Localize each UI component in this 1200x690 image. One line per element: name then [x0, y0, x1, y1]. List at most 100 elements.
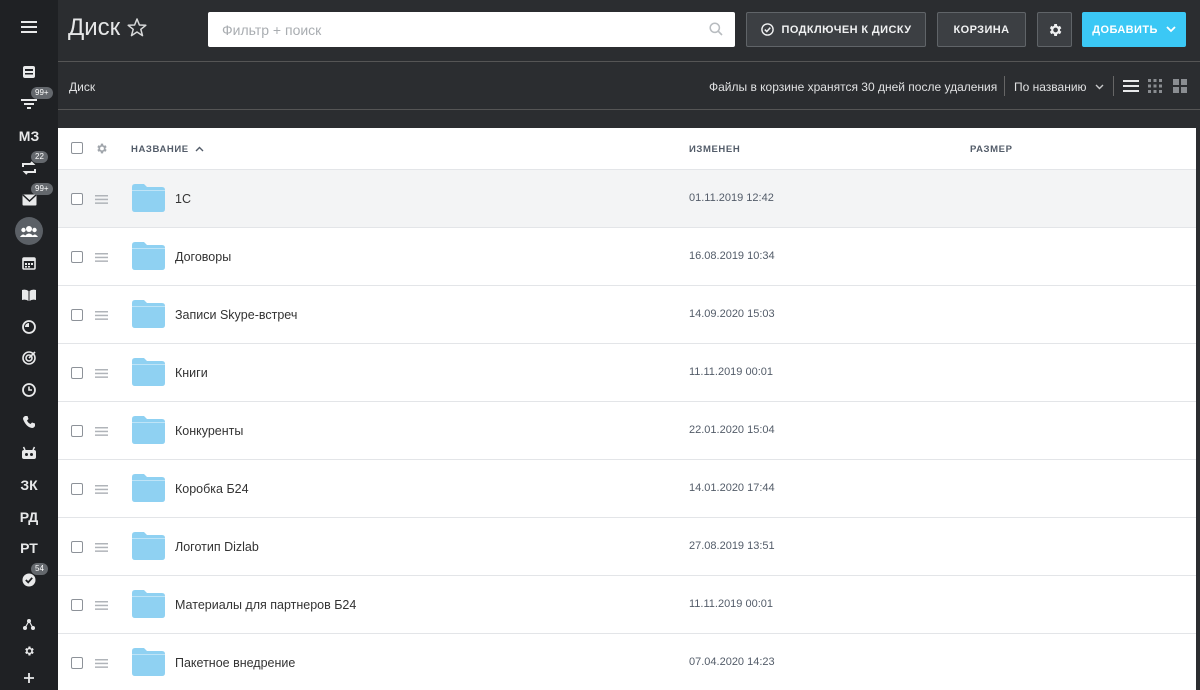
row-checkbox[interactable]	[71, 367, 83, 379]
folder-icon[interactable]	[132, 474, 165, 502]
row-checkbox[interactable]	[71, 309, 83, 321]
grid-view-icon[interactable]	[1148, 79, 1162, 93]
row-menu-icon[interactable]	[95, 601, 108, 610]
table-row[interactable]: Логотип Dizlab 27.08.2019 13:51	[58, 518, 1196, 576]
row-menu-icon[interactable]	[95, 659, 108, 668]
sidebar-item-rt[interactable]: РТ	[0, 533, 58, 563]
filter-icon	[21, 99, 37, 109]
file-name[interactable]: Записи Skype-встреч	[175, 308, 297, 322]
folder-icon[interactable]	[132, 648, 165, 676]
select-all-checkbox[interactable]	[71, 142, 83, 154]
sort-select[interactable]: По названию	[1014, 80, 1104, 94]
row-menu-icon[interactable]	[95, 253, 108, 262]
sidebar-item-filter[interactable]: 99+	[0, 87, 58, 119]
connect-disk-button[interactable]: ПОДКЛЮЧЕН К ДИСКУ	[746, 12, 926, 47]
sidebar-item-zk[interactable]: ЗК	[0, 470, 58, 500]
row-checkbox[interactable]	[71, 599, 83, 611]
row-checkbox[interactable]	[71, 251, 83, 263]
target-icon[interactable]	[0, 343, 58, 373]
chevron-down-icon	[1166, 26, 1176, 33]
table-row[interactable]: Записи Skype-встреч 14.09.2020 15:03	[58, 286, 1196, 344]
row-menu-icon[interactable]	[95, 311, 108, 320]
folder-icon[interactable]	[132, 184, 165, 212]
table-row[interactable]: Книги 11.11.2019 00:01	[58, 344, 1196, 402]
folder-icon[interactable]	[132, 590, 165, 618]
file-name[interactable]: Логотип Dizlab	[175, 540, 259, 554]
page-title: Диск	[68, 14, 121, 41]
file-name[interactable]: 1С	[175, 192, 191, 206]
file-modified-date: 11.11.2019 00:01	[689, 598, 774, 610]
clock-icon[interactable]	[0, 375, 58, 405]
toolbar: Диск Файлы в корзине хранятся 30 дней по…	[58, 62, 1200, 110]
plus-icon[interactable]	[0, 663, 58, 690]
settings-button[interactable]	[1037, 12, 1072, 47]
feed-icon[interactable]	[0, 57, 58, 87]
row-checkbox[interactable]	[71, 657, 83, 669]
table-row[interactable]: Коробка Б24 14.01.2020 17:44	[58, 460, 1196, 518]
search-input[interactable]	[208, 12, 735, 47]
connect-disk-label: ПОДКЛЮЧЕН К ДИСКУ	[781, 23, 912, 36]
row-checkbox[interactable]	[71, 425, 83, 437]
sidebar-item-mz[interactable]: МЗ	[0, 121, 58, 151]
table-row[interactable]: Материалы для партнеров Б24 11.11.2019 00…	[58, 576, 1196, 634]
star-icon[interactable]	[127, 18, 147, 37]
column-header-modified[interactable]: ИЗМЕНЕН	[689, 144, 740, 155]
sidebar-item-tasks[interactable]: 54	[0, 563, 58, 595]
row-checkbox[interactable]	[71, 541, 83, 553]
row-menu-icon[interactable]	[95, 369, 108, 378]
row-menu-icon[interactable]	[95, 195, 108, 204]
gear-icon	[1049, 23, 1061, 36]
table-header: НАЗВАНИЕ ИЗМЕНЕН РАЗМЕР	[58, 128, 1196, 170]
trash-button[interactable]: КОРЗИНА	[937, 12, 1026, 47]
phone-icon[interactable]	[0, 407, 58, 437]
sitemap-icon[interactable]	[0, 609, 58, 639]
tile-view-icon[interactable]	[1173, 79, 1187, 93]
file-modified-date: 07.04.2020 14:23	[689, 656, 775, 668]
left-sidebar: 99+ МЗ 22 99+ ЗК РД РТ 54	[0, 0, 58, 690]
robot-icon[interactable]	[0, 438, 58, 468]
sidebar-item-sync[interactable]: 22	[0, 151, 58, 183]
file-name[interactable]: Книги	[175, 366, 208, 380]
book-icon[interactable]	[0, 280, 58, 310]
search-box	[208, 12, 735, 47]
table-row[interactable]: Конкуренты 22.01.2020 15:04	[58, 402, 1196, 460]
folder-icon[interactable]	[132, 358, 165, 386]
column-header-size[interactable]: РАЗМЕР	[970, 144, 1013, 155]
file-name[interactable]: Договоры	[175, 250, 231, 264]
folder-icon[interactable]	[132, 242, 165, 270]
settings-icon[interactable]	[0, 636, 58, 666]
list-view-icon[interactable]	[1123, 79, 1139, 93]
row-menu-icon[interactable]	[95, 427, 108, 436]
table-row[interactable]: Пакетное внедрение 07.04.2020 14:23	[58, 634, 1196, 690]
table-row[interactable]: 1С 01.11.2019 12:42	[58, 170, 1196, 228]
file-modified-date: 16.08.2019 10:34	[689, 250, 775, 262]
table-row[interactable]: Договоры 16.08.2019 10:34	[58, 228, 1196, 286]
breadcrumb[interactable]: Диск	[69, 80, 95, 94]
folder-icon[interactable]	[132, 532, 165, 560]
file-name[interactable]: Материалы для партнеров Б24	[175, 598, 356, 612]
row-checkbox[interactable]	[71, 483, 83, 495]
file-modified-date: 11.11.2019 00:01	[689, 366, 774, 378]
add-button[interactable]: ДОБАВИТЬ	[1082, 12, 1186, 47]
sidebar-item-mail[interactable]: 99+	[0, 183, 58, 215]
search-icon[interactable]	[709, 22, 723, 36]
folder-icon[interactable]	[132, 300, 165, 328]
chart-icon[interactable]	[0, 312, 58, 342]
sidebar-item-group[interactable]	[0, 216, 58, 246]
file-name[interactable]: Коробка Б24	[175, 482, 249, 496]
row-menu-icon[interactable]	[95, 485, 108, 494]
column-settings-icon[interactable]	[95, 142, 108, 155]
menu-icon[interactable]	[0, 12, 58, 42]
row-checkbox[interactable]	[71, 193, 83, 205]
mail-icon	[21, 194, 37, 206]
column-header-name[interactable]: НАЗВАНИЕ	[131, 144, 204, 155]
sidebar-item-rd[interactable]: РД	[0, 502, 58, 532]
file-name[interactable]: Пакетное внедрение	[175, 656, 295, 670]
file-modified-date: 27.08.2019 13:51	[689, 540, 775, 552]
notification-badge: 99+	[31, 87, 53, 99]
calendar-icon[interactable]	[0, 248, 58, 278]
file-list: НАЗВАНИЕ ИЗМЕНЕН РАЗМЕР 1С 01.11.2019 12:…	[58, 128, 1196, 690]
folder-icon[interactable]	[132, 416, 165, 444]
row-menu-icon[interactable]	[95, 543, 108, 552]
file-name[interactable]: Конкуренты	[175, 424, 243, 438]
